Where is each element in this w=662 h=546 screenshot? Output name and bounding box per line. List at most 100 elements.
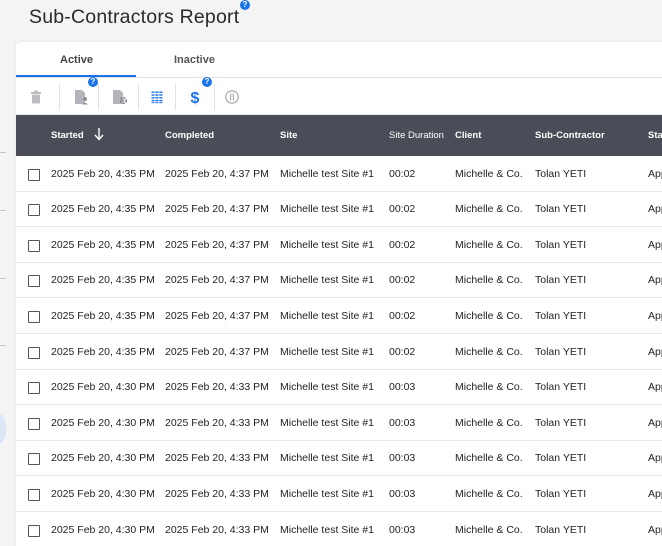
- cell-site: Michelle test Site #1: [280, 487, 374, 500]
- toolbar-separator: [98, 84, 99, 110]
- cell-sub-contractor: Tolan YETI: [535, 416, 587, 429]
- table-row[interactable]: 2025 Feb 20, 4:35 PM 2025 Feb 20, 4:37 PM…: [16, 227, 662, 263]
- cell-sub-contractor: Tolan YETI: [535, 345, 587, 358]
- cell-site: Michelle test Site #1: [280, 167, 374, 180]
- cell-site: Michelle test Site #1: [280, 523, 374, 536]
- cell-site: Michelle test Site #1: [280, 416, 374, 429]
- cell-completed: 2025 Feb 20, 4:33 PM: [165, 416, 269, 429]
- row-checkbox[interactable]: [28, 488, 40, 501]
- help-icon[interactable]: ?: [202, 77, 212, 87]
- cell-site-duration: 00:02: [389, 309, 416, 322]
- cell-completed: 2025 Feb 20, 4:37 PM: [165, 274, 269, 287]
- cell-status: App: [648, 238, 662, 251]
- cell-completed: 2025 Feb 20, 4:37 PM: [165, 345, 269, 358]
- toolbar-separator: [214, 84, 215, 110]
- sidebar-divider: [0, 345, 6, 346]
- row-checkbox[interactable]: [28, 417, 40, 430]
- column-header-site-duration[interactable]: Site Duration: [389, 130, 444, 141]
- cell-site: Michelle test Site #1: [280, 309, 374, 322]
- no-charge-icon[interactable]: [223, 88, 241, 106]
- column-header-client[interactable]: Client: [455, 130, 481, 141]
- sidebar-divider: [0, 278, 6, 279]
- column-header-sub-contractor[interactable]: Sub-Contractor: [535, 130, 605, 141]
- column-header-completed[interactable]: Completed: [165, 130, 214, 141]
- cell-completed: 2025 Feb 20, 4:37 PM: [165, 203, 269, 216]
- cell-site-duration: 00:03: [389, 452, 416, 465]
- help-icon[interactable]: ?: [240, 0, 250, 10]
- cell-completed: 2025 Feb 20, 4:33 PM: [165, 452, 269, 465]
- row-checkbox[interactable]: [28, 524, 40, 537]
- cell-sub-contractor: Tolan YETI: [535, 167, 587, 180]
- cell-status: App: [648, 345, 662, 358]
- toolbar-separator: [59, 84, 60, 110]
- cell-site-duration: 00:02: [389, 203, 416, 216]
- cell-client: Michelle & Co.: [455, 345, 523, 358]
- row-checkbox[interactable]: [28, 168, 40, 181]
- tab-bar: Active Inactive: [16, 42, 662, 78]
- cell-status: App: [648, 381, 662, 394]
- cell-started: 2025 Feb 20, 4:35 PM: [51, 274, 155, 287]
- cell-status: App: [648, 203, 662, 216]
- document-person-icon[interactable]: [72, 88, 90, 106]
- cell-started: 2025 Feb 20, 4:35 PM: [51, 167, 155, 180]
- cell-site-duration: 00:03: [389, 416, 416, 429]
- cell-site-duration: 00:02: [389, 167, 416, 180]
- row-checkbox[interactable]: [28, 453, 40, 466]
- cell-client: Michelle & Co.: [455, 487, 523, 500]
- cell-sub-contractor: Tolan YETI: [535, 203, 587, 216]
- cell-client: Michelle & Co.: [455, 274, 523, 287]
- cell-completed: 2025 Feb 20, 4:37 PM: [165, 167, 269, 180]
- cell-completed: 2025 Feb 20, 4:37 PM: [165, 238, 269, 251]
- cell-status: App: [648, 487, 662, 500]
- cell-site-duration: 00:03: [389, 523, 416, 536]
- column-header-site[interactable]: Site: [280, 130, 297, 141]
- table-row[interactable]: 2025 Feb 20, 4:30 PM 2025 Feb 20, 4:33 PM…: [16, 476, 662, 512]
- sidebar-active-item[interactable]: [0, 414, 6, 444]
- cell-status: App: [648, 452, 662, 465]
- cell-started: 2025 Feb 20, 4:30 PM: [51, 452, 155, 465]
- cell-site: Michelle test Site #1: [280, 203, 374, 216]
- help-icon[interactable]: ?: [88, 77, 98, 87]
- dollar-icon[interactable]: $: [186, 88, 204, 107]
- column-header-status[interactable]: Sta: [648, 130, 662, 141]
- table-row[interactable]: 2025 Feb 20, 4:30 PM 2025 Feb 20, 4:33 PM…: [16, 512, 662, 546]
- table-row[interactable]: 2025 Feb 20, 4:30 PM 2025 Feb 20, 4:33 PM…: [16, 405, 662, 441]
- columns-list-icon[interactable]: [148, 88, 166, 106]
- report-card: Active Inactive ? $ ? Started Completed …: [16, 42, 662, 546]
- sort-descending-icon[interactable]: [94, 127, 104, 146]
- cell-sub-contractor: Tolan YETI: [535, 523, 587, 536]
- row-checkbox[interactable]: [28, 382, 40, 395]
- row-checkbox[interactable]: [28, 275, 40, 288]
- cell-status: App: [648, 167, 662, 180]
- cell-client: Michelle & Co.: [455, 309, 523, 322]
- cell-client: Michelle & Co.: [455, 238, 523, 251]
- table-row[interactable]: 2025 Feb 20, 4:30 PM 2025 Feb 20, 4:33 PM…: [16, 440, 662, 477]
- tab-inactive[interactable]: Inactive: [174, 54, 215, 66]
- cell-status: App: [648, 523, 662, 536]
- cell-started: 2025 Feb 20, 4:30 PM: [51, 487, 155, 500]
- table-row[interactable]: 2025 Feb 20, 4:30 PM 2025 Feb 20, 4:33 PM…: [16, 369, 662, 406]
- trash-icon[interactable]: [27, 88, 45, 106]
- table-header: Started Completed Site Site Duration Cli…: [16, 115, 662, 156]
- row-checkbox[interactable]: [28, 204, 40, 217]
- cell-completed: 2025 Feb 20, 4:33 PM: [165, 487, 269, 500]
- cell-site-duration: 00:03: [389, 487, 416, 500]
- column-header-started[interactable]: Started: [51, 130, 84, 141]
- table-row[interactable]: 2025 Feb 20, 4:35 PM 2025 Feb 20, 4:37 PM…: [16, 334, 662, 370]
- table-row[interactable]: 2025 Feb 20, 4:35 PM 2025 Feb 20, 4:37 PM…: [16, 298, 662, 334]
- cell-site: Michelle test Site #1: [280, 238, 374, 251]
- table-row[interactable]: 2025 Feb 20, 4:35 PM 2025 Feb 20, 4:37 PM…: [16, 262, 662, 299]
- cell-client: Michelle & Co.: [455, 203, 523, 216]
- cell-completed: 2025 Feb 20, 4:33 PM: [165, 381, 269, 394]
- table-row[interactable]: 2025 Feb 20, 4:35 PM 2025 Feb 20, 4:37 PM…: [16, 156, 662, 192]
- row-checkbox[interactable]: [28, 310, 40, 323]
- cell-started: 2025 Feb 20, 4:30 PM: [51, 523, 155, 536]
- toolbar-separator: [138, 84, 139, 110]
- table-row[interactable]: 2025 Feb 20, 4:35 PM 2025 Feb 20, 4:37 PM…: [16, 191, 662, 228]
- row-checkbox[interactable]: [28, 239, 40, 252]
- row-checkbox[interactable]: [28, 346, 40, 359]
- tab-active[interactable]: Active: [60, 54, 93, 66]
- left-sidebar-edge: [0, 0, 16, 546]
- document-gear-icon[interactable]: [110, 88, 128, 106]
- cell-started: 2025 Feb 20, 4:35 PM: [51, 203, 155, 216]
